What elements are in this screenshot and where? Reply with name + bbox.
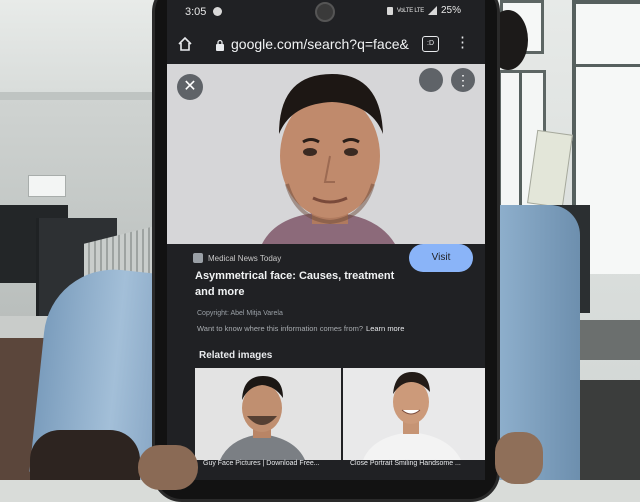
result-image[interactable]: ✕ ⋮ [167,64,485,244]
network-label: VoLTE LTE [396,7,424,14]
source-name: Medical News Today [208,253,282,263]
address-bar[interactable]: google.com/search?q=face& [231,36,409,52]
result-title[interactable]: Asymmetrical face: Causes, treatment and… [195,268,405,300]
notification-dot-icon [213,7,222,16]
left-window [28,175,66,197]
copyright-text: Copyright: Abel Mitja Varela [197,310,283,317]
result-source[interactable]: Medical News Today [193,253,281,263]
left-hand [138,445,198,490]
phone-screen: 3:05 VoLTE LTE 25% google.com/search?q=f… [167,0,485,480]
lock-icon [216,39,224,51]
related-image-1[interactable] [195,368,341,460]
battery-level: 25% [440,5,461,16]
browser-toolbar: google.com/search?q=face& :D ⋮ [167,26,485,64]
related-photo-2 [343,368,485,460]
lens-icon[interactable] [419,68,443,92]
close-icon[interactable]: ✕ [177,74,203,100]
menu-icon[interactable]: ⋮ [455,34,470,52]
signal-icon [427,6,437,15]
home-icon[interactable] [177,36,193,52]
lock-status-icon [386,6,393,15]
info-prompt: Want to know where this information come… [197,324,404,333]
related-caption-1[interactable]: Guy Face Pictures | Download Free... [203,460,320,467]
visit-button[interactable]: Visit [409,244,473,272]
dark-sleeve [30,430,140,480]
tabs-icon[interactable]: :D [422,36,439,52]
front-camera [315,2,335,22]
related-caption-2[interactable]: Close Portrait Smiling Handsome ... [350,460,461,467]
info-prompt-text: Want to know where this information come… [197,324,364,333]
status-icons: VoLTE LTE 25% [386,5,461,16]
more-icon[interactable]: ⋮ [451,68,475,92]
face-photo [167,64,485,244]
related-images-heading: Related images [199,350,273,361]
related-image-2[interactable] [343,368,485,460]
related-photo-1 [195,368,341,460]
source-favicon-icon [193,253,203,263]
right-hand [495,432,543,484]
status-time: 3:05 [185,6,207,18]
learn-more-link[interactable]: Learn more [366,324,404,333]
